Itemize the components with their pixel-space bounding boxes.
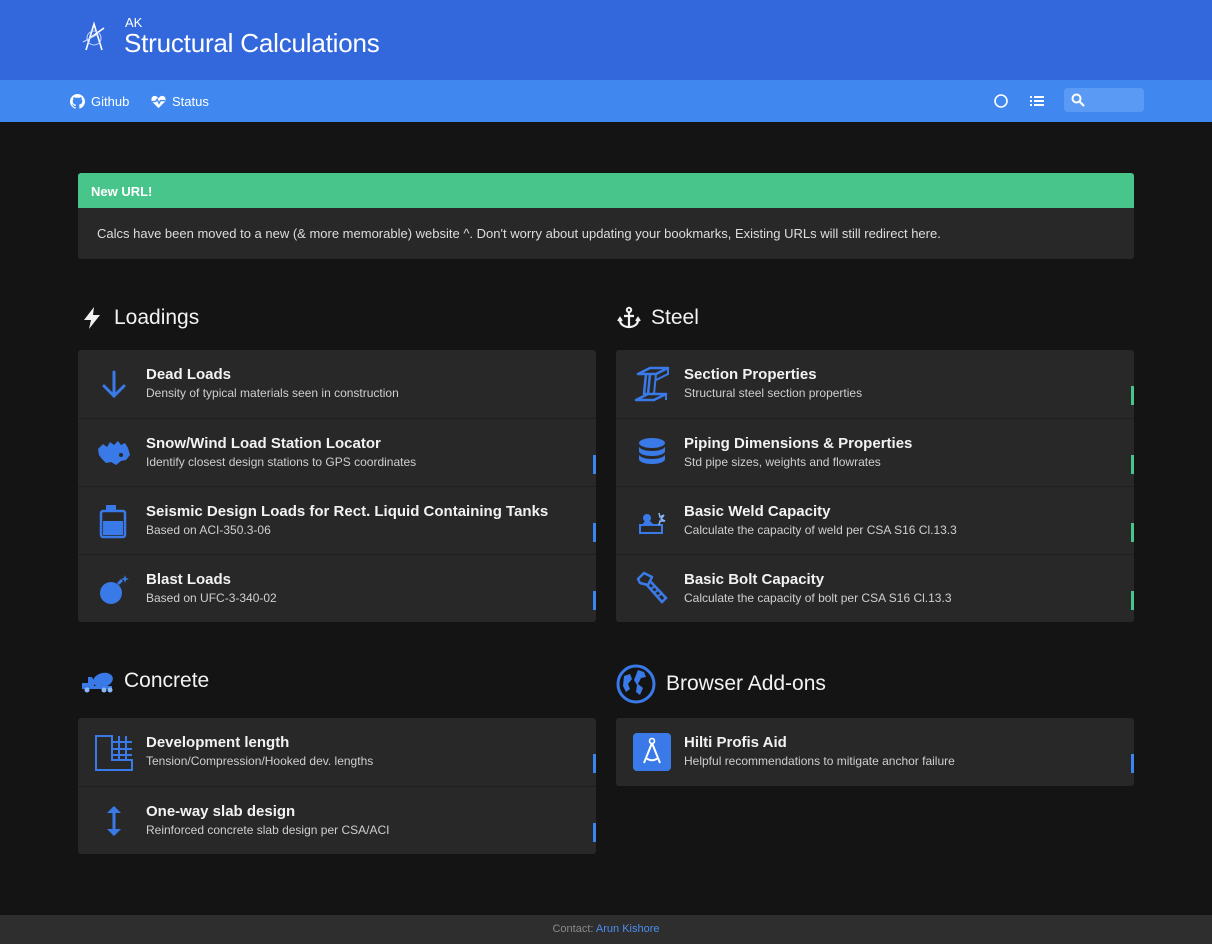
bolt-icon	[84, 307, 100, 329]
welder-icon	[639, 512, 666, 534]
card-development-length[interactable]: Development length Tension/Compression/H…	[78, 718, 596, 786]
list-icon[interactable]	[1029, 93, 1045, 109]
card-title: Basic Weld Capacity	[684, 503, 831, 520]
globe-icon	[616, 664, 656, 704]
card-desc: Identify closest design stations to GPS …	[146, 455, 417, 469]
i-beam-icon	[634, 366, 670, 402]
nav-status-label: Status	[172, 93, 209, 109]
card-marker	[1131, 523, 1134, 542]
heartbeat-icon	[151, 95, 166, 108]
card-section-properties[interactable]: Section Properties Structural steel sect…	[616, 350, 1134, 418]
rebar-grid-icon	[95, 735, 133, 771]
card-desc: Helpful recommendations to mitigate anch…	[684, 754, 955, 768]
nav-status-link[interactable]: Status	[151, 80, 209, 122]
card-title: Section Properties	[684, 366, 817, 383]
section-title-concrete: Concrete	[80, 669, 209, 693]
section-label: Browser Add-ons	[666, 672, 826, 695]
section-title-steel: Steel	[617, 306, 699, 330]
card-title: Dead Loads	[146, 366, 232, 383]
card-title: Snow/Wind Load Station Locator	[146, 435, 381, 452]
card-title: Piping Dimensions & Properties	[684, 435, 913, 452]
card-desc: Calculate the capacity of weld per CSA S…	[684, 523, 957, 537]
alert-body: Calcs have been moved to a new (& more m…	[97, 226, 941, 241]
search-box[interactable]	[1064, 88, 1144, 112]
concrete-mixer-icon	[82, 672, 113, 693]
steel-list: Section Properties Structural steel sect…	[616, 350, 1134, 622]
card-marker	[593, 523, 596, 542]
database-icon	[639, 438, 665, 464]
nav-github-label: Github	[91, 93, 130, 109]
card-title: Blast Loads	[146, 571, 232, 588]
card-title: One-way slab design	[146, 803, 296, 820]
github-icon	[70, 93, 85, 109]
card-desc: Based on UFC-3-340-02	[146, 591, 277, 605]
alert-title: New URL!	[78, 173, 1134, 208]
tank-icon	[99, 505, 127, 539]
card-title: Development length	[146, 734, 290, 751]
card-dead-loads[interactable]: Dead Loads Density of typical materials …	[78, 350, 596, 418]
card-marker	[593, 754, 596, 773]
card-marker	[593, 455, 596, 474]
card-marker	[1131, 591, 1134, 610]
theme-toggle-icon[interactable]	[993, 93, 1009, 109]
brand-title[interactable]: Structural Calculations	[124, 28, 380, 59]
bolt-screw-icon	[636, 571, 668, 604]
card-desc: Std pipe sizes, weights and flowrates	[684, 455, 881, 469]
compass-icon	[633, 733, 671, 771]
arrows-vertical-icon	[107, 806, 121, 836]
nav-github-link[interactable]: Github	[70, 80, 129, 122]
card-marker	[1131, 455, 1134, 474]
section-title-loadings: Loadings	[80, 306, 199, 330]
card-title: Basic Bolt Capacity	[684, 571, 825, 588]
card-snow-wind[interactable]: Snow/Wind Load Station Locator Identify …	[78, 418, 596, 486]
card-desc: Based on ACI-350.3-06	[146, 523, 271, 537]
loadings-list: Dead Loads Density of typical materials …	[78, 350, 596, 622]
card-marker	[1131, 386, 1134, 405]
card-marker	[593, 591, 596, 610]
section-title-addons: Browser Add-ons	[616, 664, 826, 704]
arrow-down-icon	[102, 370, 126, 399]
card-one-way-slab[interactable]: One-way slab design Reinforced concrete …	[78, 786, 596, 854]
card-title: Seismic Design Loads for Rect. Liquid Co…	[146, 503, 549, 520]
card-desc: Reinforced concrete slab design per CSA/…	[146, 823, 390, 837]
navbar: Github Status	[0, 80, 1212, 122]
card-desc: Density of typical materials seen in con…	[146, 386, 399, 400]
search-icon	[1071, 93, 1085, 107]
concrete-list: Development length Tension/Compression/H…	[78, 718, 596, 854]
site-footer: Contact: Arun Kishore	[0, 915, 1212, 944]
card-hilti-profis-aid[interactable]: Hilti Profis Aid Helpful recommendations…	[616, 718, 1134, 786]
card-desc: Structural steel section properties	[684, 386, 863, 400]
card-title: Hilti Profis Aid	[684, 734, 787, 751]
addons-list: Hilti Profis Aid Helpful recommendations…	[616, 718, 1134, 786]
card-marker	[1131, 754, 1134, 773]
card-piping[interactable]: Piping Dimensions & Properties Std pipe …	[616, 418, 1134, 486]
card-seismic-tanks[interactable]: Seismic Design Loads for Rect. Liquid Co…	[78, 486, 596, 554]
footer-label: Contact:	[552, 923, 594, 935]
card-desc: Calculate the capacity of bolt per CSA S…	[684, 591, 952, 605]
canada-map-icon	[98, 441, 130, 465]
card-desc: Tension/Compression/Hooked dev. lengths	[146, 754, 374, 768]
section-label: Steel	[651, 306, 699, 329]
anchor-icon	[617, 306, 641, 329]
card-marker	[593, 823, 596, 842]
card-weld-capacity[interactable]: Basic Weld Capacity Calculate the capaci…	[616, 486, 1134, 554]
search-input[interactable]	[1090, 88, 1140, 112]
new-url-alert: New URL! Calcs have been moved to a new …	[78, 173, 1134, 259]
card-blast-loads[interactable]: Blast Loads Based on UFC-3-340-02	[78, 554, 596, 622]
section-label: Concrete	[124, 669, 210, 692]
section-label: Loadings	[114, 306, 200, 329]
logo-icon[interactable]	[80, 20, 110, 54]
bomb-icon	[100, 575, 129, 604]
site-header: AK Structural Calculations	[0, 0, 1212, 80]
card-bolt-capacity[interactable]: Basic Bolt Capacity Calculate the capaci…	[616, 554, 1134, 622]
contact-link[interactable]: Arun Kishore	[596, 923, 660, 935]
